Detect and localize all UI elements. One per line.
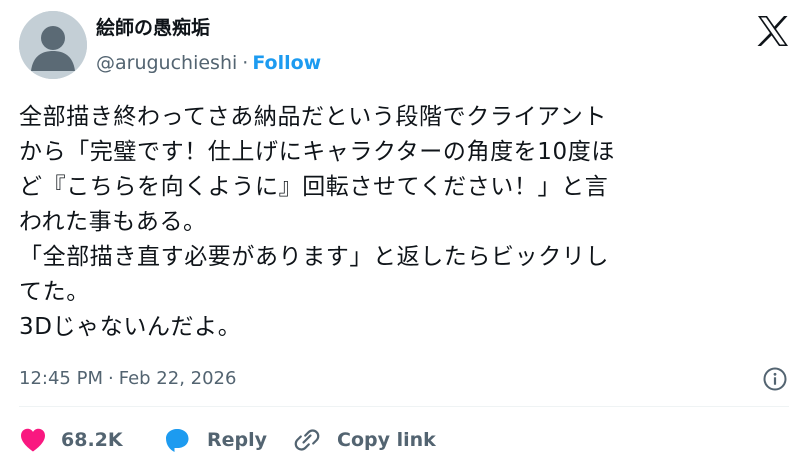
reply-button[interactable]: Reply <box>163 426 267 454</box>
tweet-text-line: 3Dじゃないんだよ。 <box>19 314 242 340</box>
tweet-text-line: 「全部描き直す必要があります」と返したらビックリし <box>19 244 609 270</box>
tweet-text-line: てた。 <box>19 279 90 305</box>
separator-dot: · <box>242 52 249 74</box>
tweet-card: 絵師の愚痴垢 @aruguchieshi · Follow 全部描き終わってさあ納品… <box>0 0 809 463</box>
copy-link-label: Copy link <box>337 429 436 451</box>
like-button[interactable]: 68.2K <box>19 426 123 454</box>
tweet-date: Feb 22, 2026 <box>118 368 237 389</box>
author-display-name[interactable]: 絵師の愚痴垢 <box>96 16 210 40</box>
follow-button[interactable]: Follow <box>252 52 321 74</box>
copy-link-button[interactable]: Copy link <box>293 426 436 454</box>
reply-label: Reply <box>207 429 268 451</box>
info-icon[interactable] <box>762 366 788 392</box>
avatar[interactable] <box>19 11 87 79</box>
link-icon <box>294 429 320 451</box>
reply-bubble-icon <box>166 429 189 452</box>
default-avatar-icon <box>19 11 87 79</box>
tweet-time: 12:45 PM <box>19 368 103 389</box>
tweet-text-line: ど『こちらを向くように』回転させてください！」と言 <box>19 174 609 200</box>
tweet-text-line: 全部描き終わってさあ納品だという段階でクライアント <box>19 104 607 130</box>
tweet-timestamp[interactable]: 12:45 PM · Feb 22, 2026 <box>19 367 236 391</box>
tweet-text-line: われた事もある。 <box>19 209 207 235</box>
tweet-text: 全部描き終わってさあ納品だという段階でクライアント から「完璧です！仕上げにキャ… <box>19 100 789 345</box>
author-handle[interactable]: @aruguchieshi <box>96 52 237 74</box>
x-logo-icon[interactable] <box>756 15 790 47</box>
like-count: 68.2K <box>61 429 123 451</box>
divider <box>19 406 789 407</box>
heart-icon <box>21 428 45 452</box>
author-handle-row: @aruguchieshi · Follow <box>96 51 321 75</box>
separator-dot: · <box>107 368 114 389</box>
tweet-text-line: から「完璧です！仕上げにキャラクターの角度を10度ほ <box>19 139 615 165</box>
